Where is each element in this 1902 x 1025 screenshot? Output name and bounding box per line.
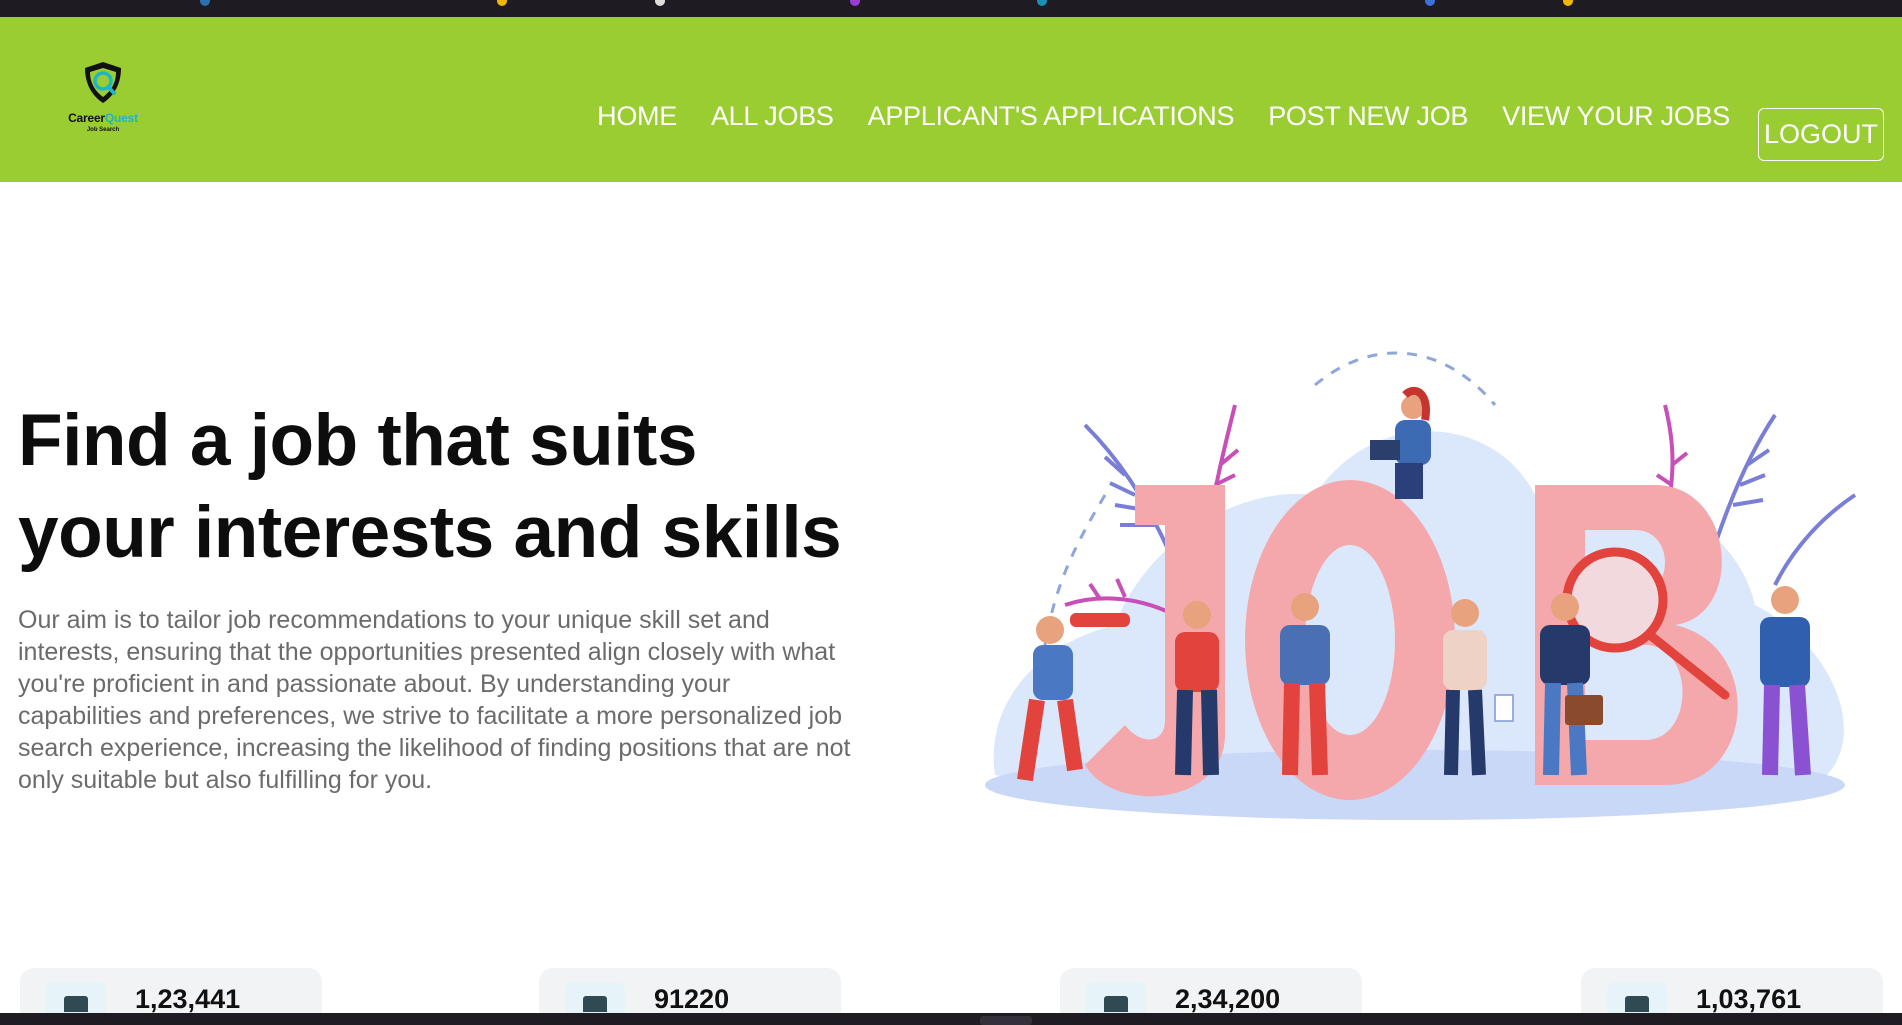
job-people-illustration — [975, 345, 1865, 840]
tab-favicon — [850, 0, 860, 6]
hero-description: Our aim is to tailor job recommendations… — [18, 606, 851, 794]
taskbar-item[interactable] — [980, 1016, 1032, 1025]
nav-link-applicants-applications[interactable]: APPLICANT'S APPLICATIONS — [868, 101, 1235, 132]
stat-value: 1,23,441 — [135, 984, 241, 1014]
stat-value: 91220 — [654, 984, 730, 1014]
nav-link-all-jobs[interactable]: ALL JOBS — [711, 101, 834, 132]
navbar: CareerQuest Job Search HOME ALL JOBS APP… — [0, 17, 1902, 182]
nav-link-home[interactable]: HOME — [597, 101, 677, 132]
taskbar — [0, 1013, 1902, 1025]
browser-top-strip — [0, 0, 1902, 17]
shield-search-icon — [85, 62, 121, 103]
brand-tagline: Job Search — [86, 127, 120, 133]
tab-favicon — [655, 0, 665, 6]
brand-name-part1: Career — [68, 111, 105, 125]
nav-link-post-new-job[interactable]: POST NEW JOB — [1268, 101, 1468, 132]
stat-value: 2,34,200 — [1175, 984, 1281, 1014]
brand-name-part2: Quest — [104, 111, 138, 125]
stat-value: 1,03,761 — [1696, 984, 1802, 1014]
nav-link-view-your-jobs[interactable]: VIEW YOUR JOBS — [1502, 101, 1730, 132]
tab-favicon — [1037, 0, 1047, 6]
brand-name: CareerQuest — [58, 111, 148, 125]
tab-favicon — [497, 0, 507, 6]
hero-title-line1: Find a job that suits — [18, 400, 697, 481]
tab-favicon — [200, 0, 210, 6]
hero-title-line2: your interests and skills — [18, 492, 842, 573]
tab-favicon — [1425, 0, 1435, 6]
tab-favicon — [1563, 0, 1573, 6]
main-nav: HOME ALL JOBS APPLICANT'S APPLICATIONS P… — [597, 101, 1730, 132]
logout-button[interactable]: LOGOUT — [1758, 108, 1884, 161]
hero-title: Find a job that suits your interests and… — [18, 395, 898, 579]
brand-logo[interactable]: CareerQuest Job Search — [58, 59, 148, 154]
